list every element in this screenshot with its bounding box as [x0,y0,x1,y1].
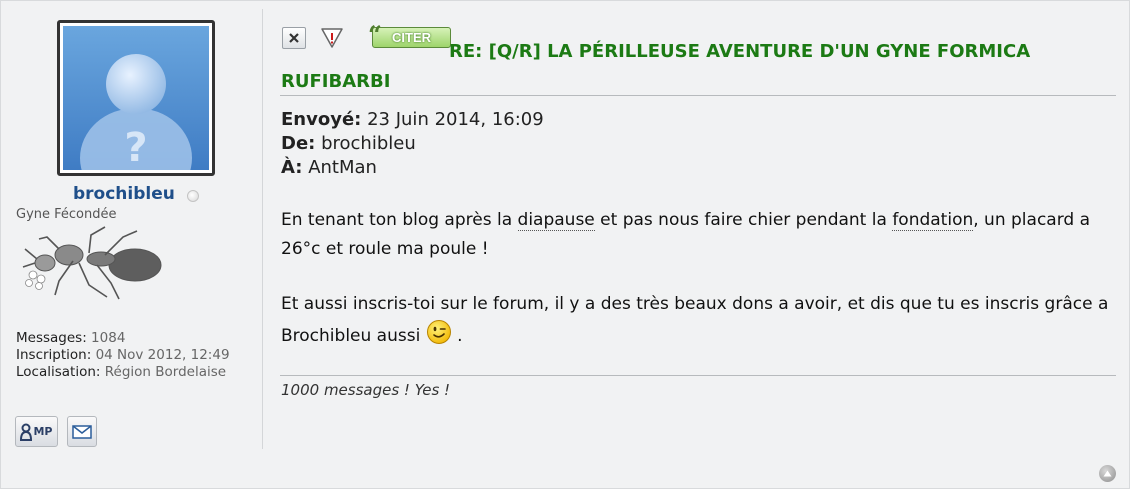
stat-label: Messages: [16,330,87,346]
stat-label: Inscription: [16,347,92,363]
username[interactable]: brochibleu [73,184,175,204]
meta-sent: Envoyé: 23 Juin 2014, 16:09 [281,108,544,132]
offline-status-icon [187,190,199,202]
stat-localisation: Localisation: Région Bordelaise [16,364,261,381]
text: En tenant ton blog après la [281,210,518,230]
meta-label: De: [281,133,316,154]
user-rank: Gyne Fécondée [16,207,117,222]
meta-value: AntMan [308,157,377,178]
column-divider [262,9,263,449]
back-to-top-button[interactable] [1099,465,1116,482]
meta-value: brochibleu [321,133,416,154]
text: Et aussi inscris-toi sur le forum, il y … [281,294,1109,346]
paragraph: En tenant ton blog après la diapause et … [281,206,1121,264]
stat-inscription: Inscription: 04 Nov 2012, 12:49 [16,347,261,364]
default-avatar-icon: ? [63,26,209,170]
arrow-up-icon [1103,470,1112,477]
text: et pas nous faire chier pendant la [594,210,893,230]
meta-label: Envoyé: [281,109,362,130]
signature-divider [280,375,1116,376]
post-content: En tenant ton blog après la diapause et … [281,206,1121,377]
avatar[interactable]: ? [57,20,215,176]
poster-stats: Messages: 1084 Inscription: 04 Nov 2012,… [16,330,261,381]
stat-messages: Messages: 1084 [16,330,261,347]
user-icon [20,423,33,441]
glossary-link-fondation[interactable]: fondation [892,210,974,231]
text: . [451,326,463,346]
meta-value: 23 Juin 2014, 16:09 [367,109,544,130]
meta-to: À: AntMan [281,156,544,180]
private-message-button[interactable]: MP [15,416,58,447]
title-divider [280,95,1116,96]
poster-profile: ? brochibleu Gyne Fécondée Messages: 108… [1,1,263,451]
forum-post: ? brochibleu Gyne Fécondée Messages: 108… [0,0,1130,489]
post-meta: Envoyé: 23 Juin 2014, 16:09 De: brochibl… [281,108,544,180]
meta-from: De: brochibleu [281,132,544,156]
ant-rank-icon [22,226,162,300]
post-title[interactable]: RE: [Q/R] LA PÉRILLEUSE AVENTURE D'UN GY… [281,37,1121,97]
wink-smiley-icon [426,320,451,344]
pm-label: MP [33,425,53,438]
envelope-icon [72,424,92,439]
signature: 1000 messages ! Yes ! [281,381,451,399]
svg-text:?: ? [124,125,147,170]
stat-value: Région Bordelaise [104,364,227,380]
glossary-link-diapause[interactable]: diapause [517,210,595,231]
stat-label: Localisation: [16,364,101,380]
paragraph: Et aussi inscris-toi sur le forum, il y … [281,290,1121,351]
meta-label: À: [281,157,303,178]
stat-value: 04 Nov 2012, 12:49 [95,347,230,363]
stat-value: 1084 [91,330,126,346]
email-button[interactable] [67,416,97,447]
